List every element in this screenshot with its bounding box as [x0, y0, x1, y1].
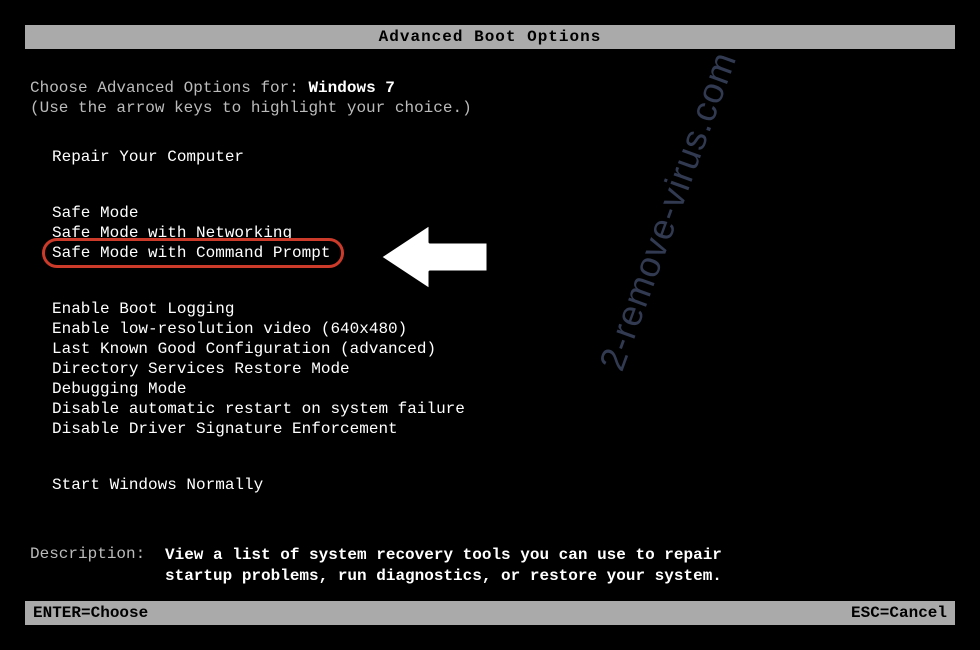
description-label: Description:: [30, 545, 165, 587]
option-debugging-mode[interactable]: Debugging Mode: [52, 379, 186, 399]
option-repair-computer[interactable]: Repair Your Computer: [52, 147, 244, 167]
option-last-known-good-config[interactable]: Last Known Good Configuration (advanced): [52, 339, 436, 359]
option-safe-mode-networking[interactable]: Safe Mode with Networking: [52, 223, 292, 243]
option-ds-restore-mode[interactable]: Directory Services Restore Mode: [52, 359, 350, 379]
boot-options-screen: Advanced Boot Options Choose Advanced Op…: [0, 0, 980, 650]
description-block: Description: View a list of system recov…: [30, 545, 950, 587]
options-block: Repair Your Computer Safe Mode Safe Mode…: [52, 147, 950, 495]
option-safe-mode-command-prompt[interactable]: Safe Mode with Command Prompt: [52, 243, 330, 263]
esc-cancel-hint: ESC=Cancel: [851, 604, 947, 622]
content-area: Choose Advanced Options for: Windows 7 (…: [25, 49, 955, 587]
option-enable-boot-logging[interactable]: Enable Boot Logging: [52, 299, 234, 319]
choose-prompt-prefix: Choose Advanced Options for:: [30, 79, 308, 97]
option-disable-driver-signature[interactable]: Disable Driver Signature Enforcement: [52, 419, 398, 439]
screen-title: Advanced Boot Options: [379, 28, 602, 46]
option-low-res-video[interactable]: Enable low-resolution video (640x480): [52, 319, 407, 339]
option-safe-mode[interactable]: Safe Mode: [52, 203, 138, 223]
option-disable-auto-restart[interactable]: Disable automatic restart on system fail…: [52, 399, 465, 419]
option-start-windows-normally[interactable]: Start Windows Normally: [52, 475, 263, 495]
description-line-1: View a list of system recovery tools you…: [165, 545, 722, 566]
os-name: Windows 7: [308, 79, 394, 97]
footer-bar: ENTER=Choose ESC=Cancel: [25, 601, 955, 625]
title-bar: Advanced Boot Options: [25, 25, 955, 49]
enter-choose-hint: ENTER=Choose: [33, 604, 148, 622]
description-line-2: startup problems, run diagnostics, or re…: [165, 566, 722, 587]
highlighted-option-wrap: Safe Mode with Command Prompt: [52, 243, 330, 263]
description-text: View a list of system recovery tools you…: [165, 545, 722, 587]
arrow-key-hint: (Use the arrow keys to highlight your ch…: [30, 99, 950, 117]
